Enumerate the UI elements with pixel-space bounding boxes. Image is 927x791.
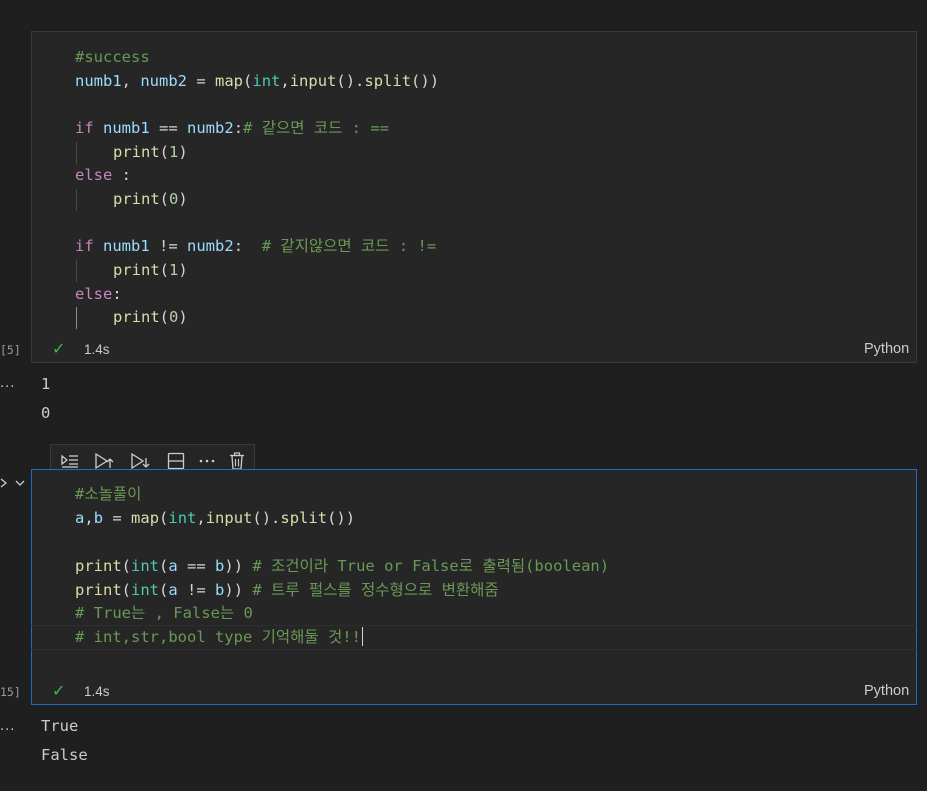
success-check-icon: ✓ bbox=[52, 681, 66, 700]
code-line: else: bbox=[75, 285, 122, 303]
code-line: print(0) bbox=[113, 308, 188, 326]
success-check-icon: ✓ bbox=[52, 339, 66, 358]
code-line: else : bbox=[75, 166, 131, 184]
delete-icon[interactable] bbox=[227, 451, 247, 471]
text-cursor bbox=[361, 627, 364, 646]
indent-guide bbox=[76, 260, 77, 282]
execution-time: 1.4s bbox=[84, 684, 110, 699]
cell-language-label[interactable]: Python bbox=[864, 341, 909, 357]
code-line: print(1) bbox=[113, 143, 188, 161]
collapse-chevron-icon[interactable] bbox=[14, 477, 26, 489]
execute-above-icon[interactable] bbox=[60, 451, 80, 471]
execution-time: 1.4s bbox=[84, 342, 110, 357]
execution-count: 15] bbox=[0, 685, 21, 699]
code-line: # True는 , False는 0 bbox=[75, 604, 253, 622]
code-line: if numb1 != numb2: # 같지않으면 코드 : != bbox=[75, 237, 437, 255]
expand-chevron-icon[interactable] bbox=[0, 477, 10, 489]
cell-language-label[interactable]: Python bbox=[864, 683, 909, 699]
code-line: print(1) bbox=[113, 261, 188, 279]
more-icon[interactable] bbox=[197, 451, 217, 471]
code-line: print(int(a != b)) # 트루 펄스를 정수형으로 변환해줌 bbox=[75, 581, 499, 599]
code-line: if numb1 == numb2:# 같으면 코드 : == bbox=[75, 119, 389, 137]
code-line: print(0) bbox=[113, 190, 188, 208]
code-line: #success bbox=[75, 48, 150, 66]
indent-guide bbox=[76, 189, 77, 211]
run-below-icon[interactable] bbox=[130, 451, 150, 471]
code-line: a,b = map(int,input().split()) bbox=[75, 509, 356, 527]
code-line: #소놀풀이 bbox=[75, 485, 142, 503]
code-line[interactable]: # int,str,bool type 기억해둘 것!! bbox=[75, 626, 364, 649]
indent-guide bbox=[76, 307, 77, 329]
output-line: False bbox=[41, 746, 88, 764]
split-cell-icon[interactable] bbox=[166, 451, 186, 471]
execution-count: [5] bbox=[0, 343, 21, 357]
output-line: 0 bbox=[41, 404, 51, 422]
output-more-icon[interactable]: ... bbox=[0, 719, 15, 734]
run-above-icon[interactable] bbox=[94, 451, 114, 471]
output-line: 1 bbox=[41, 375, 51, 393]
code-line: numb1, numb2 = map(int,input().split()) bbox=[75, 72, 440, 90]
indent-guide bbox=[76, 142, 77, 164]
code-line: print(int(a == b)) # 조건이라 True or False로… bbox=[75, 557, 610, 575]
output-more-icon[interactable]: ... bbox=[0, 376, 15, 391]
output-line: True bbox=[41, 717, 79, 735]
